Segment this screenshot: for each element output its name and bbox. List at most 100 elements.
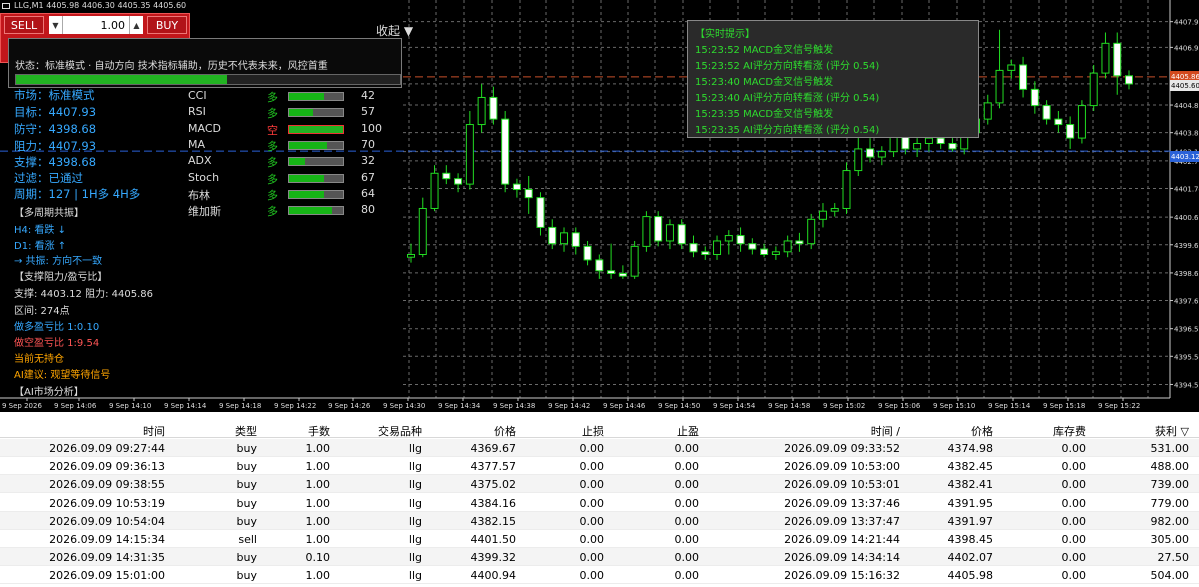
indicator-strength-bar [288, 140, 344, 150]
table-cell: 739.00 [1150, 478, 1190, 492]
table-cell: buy [236, 569, 257, 583]
candle-body [524, 189, 533, 199]
table-cell: 0.00 [1061, 569, 1087, 583]
support-price-tag: 4403.12 [1170, 151, 1199, 162]
sell-button[interactable]: SELL [4, 16, 44, 34]
column-header[interactable]: 交易品种 [378, 423, 422, 439]
table-cell: 4399.32 [470, 551, 517, 565]
candle-body [548, 226, 557, 245]
table-cell: 4382.45 [947, 460, 994, 474]
table-cell: buy [236, 514, 257, 528]
lot-value[interactable]: 1.00 [63, 19, 129, 32]
alert-line: 15:23:40 AI评分方向转看涨 (评分 0.54) [695, 93, 880, 104]
time-tick-label: 9 Sep 14:54 [713, 402, 756, 410]
column-header[interactable]: 手数 [308, 423, 330, 439]
table-cell: 0.00 [674, 569, 700, 583]
table-cell: 0.00 [674, 442, 700, 455]
candle-body [818, 210, 827, 220]
candle-body [877, 151, 886, 158]
candle-body [983, 102, 992, 120]
table-cell: llg [408, 496, 422, 510]
candle-body [795, 240, 804, 245]
collapse-button[interactable]: 收起 ▼ [376, 22, 413, 39]
table-cell: 2026.09.09 14:21:44 [784, 533, 900, 546]
candle-body [1042, 105, 1051, 120]
table-cell: buy [236, 496, 257, 510]
candle-body [842, 170, 851, 209]
column-header[interactable]: 止损 [582, 423, 604, 439]
table-cell: 488.00 [1150, 460, 1190, 474]
column-header[interactable]: 价格 [494, 423, 516, 439]
ai-advice: AI建议: 观望等待信号 [14, 370, 111, 381]
lot-increase-icon[interactable]: ▲ [129, 16, 143, 34]
lot-decrease-icon[interactable]: ▼ [49, 16, 63, 34]
table-header-row[interactable]: 时间 类型 手数 交易品种 价格 止损 止盈 时间 / 价格 库存费 获利 ▽ [0, 420, 1199, 438]
table-cell: 0.00 [579, 514, 605, 528]
table-cell: buy [236, 442, 257, 455]
candle-body [1113, 42, 1122, 77]
indicator-direction: 多 [267, 156, 278, 170]
candle-body [501, 118, 510, 185]
table-cell: 0.10 [305, 551, 331, 565]
table-cell: llg [408, 514, 422, 528]
candle-body [830, 207, 839, 212]
indicator-direction: 多 [267, 188, 278, 202]
table-cell: 0.00 [1061, 478, 1087, 492]
range-value: 区间: 274点 [14, 306, 70, 317]
table-row[interactable]: 2026.09.09 14:15:34 sell 1.00 llg 4401.50 0.0… [0, 530, 1199, 548]
time-tick-label: 9 Sep 14:58 [768, 402, 810, 410]
table-cell: 2026.09.09 10:53:19 [49, 496, 165, 510]
table-cell: 0.00 [1061, 442, 1087, 455]
table-cell: 0.00 [579, 569, 605, 583]
table-row[interactable]: 2026.09.09 10:53:19 buy 1.00 llg 4384.16 0.00… [0, 494, 1199, 512]
column-header[interactable]: 库存费 [1053, 423, 1086, 439]
column-header[interactable]: 止盈 [677, 423, 699, 439]
buy-button[interactable]: BUY [147, 16, 187, 34]
lot-size-field[interactable]: ▼ 1.00 ▲ [49, 16, 143, 34]
indicator-value: 100 [361, 121, 382, 135]
time-tick-label: 9 Sep 14:26 [328, 402, 371, 410]
column-header[interactable]: 获利 ▽ [1155, 423, 1189, 439]
candle-body [1066, 124, 1075, 139]
table-row[interactable]: 2026.09.09 15:01:00 buy 1.00 llg 4400.94 0.00… [0, 566, 1199, 585]
candle-body [642, 216, 651, 247]
table-row[interactable]: 2026.09.09 14:31:35 buy 0.10 llg 4399.32 0.00… [0, 548, 1199, 567]
table-cell: 4374.98 [947, 442, 994, 455]
candle-body [560, 232, 569, 245]
trade-history-table[interactable]: 时间 类型 手数 交易品种 价格 止损 止盈 时间 / 价格 库存费 获利 ▽ 2026.09.09 … [0, 420, 1199, 587]
symbol-info: LLG,M1 4405.98 4406.30 4405.35 4405.60 [14, 1, 187, 10]
price-tick-label: 4395.54 [1174, 353, 1199, 361]
indicator-name: ADX [188, 154, 212, 168]
column-header[interactable]: 时间 [143, 423, 165, 439]
table-cell: 2026.09.09 09:36:13 [49, 460, 165, 474]
table-row[interactable]: 2026.09.09 09:27:44 buy 1.00 llg 4369.67 0.00… [0, 439, 1199, 457]
column-header[interactable]: 类型 [235, 423, 257, 439]
status-defense: 防守：4398.68 [14, 122, 97, 136]
time-tick-label: 9 Sep 14:38 [493, 402, 535, 410]
table-row[interactable]: 2026.09.09 09:36:13 buy 1.00 llg 4377.57 0.00… [0, 457, 1199, 476]
table-cell: 4382.41 [947, 478, 994, 492]
table-cell: 2026.09.09 09:27:44 [49, 442, 165, 455]
table-row[interactable]: 2026.09.09 10:54:04 buy 1.00 llg 4382.15 0.00… [0, 511, 1199, 530]
table-cell: 531.00 [1150, 442, 1190, 455]
indicator-name: Stoch [188, 170, 220, 184]
indicator-strength-bar [288, 124, 344, 134]
column-header[interactable]: 时间 / [871, 423, 900, 439]
candle-body [948, 142, 957, 150]
candle-body [571, 232, 580, 247]
ea-info-panel: 状态：标准模式 · 自动方向 技术指标辅助，历史不代表未来，风控首重 [8, 38, 402, 88]
candle-body [854, 148, 863, 172]
table-cell: 0.00 [579, 533, 605, 546]
indicator-name: 布林 [188, 188, 210, 202]
table-cell: 2026.09.09 10:53:01 [784, 478, 900, 492]
table-cell: 0.00 [674, 478, 700, 492]
candle-body [1125, 75, 1133, 85]
price-chart[interactable]: 4407.90 4406.95 4405.60 4404.82 4403.80 4403.… [0, 0, 1199, 412]
indicator-value: 42 [361, 89, 375, 102]
candle-body [760, 248, 769, 256]
table-cell: llg [408, 533, 422, 546]
column-header[interactable]: 价格 [971, 423, 993, 439]
table-row[interactable]: 2026.09.09 09:38:55 buy 1.00 llg 4375.02 0.00… [0, 475, 1199, 494]
candle-body [689, 243, 698, 253]
table-cell: 4391.97 [947, 514, 994, 528]
